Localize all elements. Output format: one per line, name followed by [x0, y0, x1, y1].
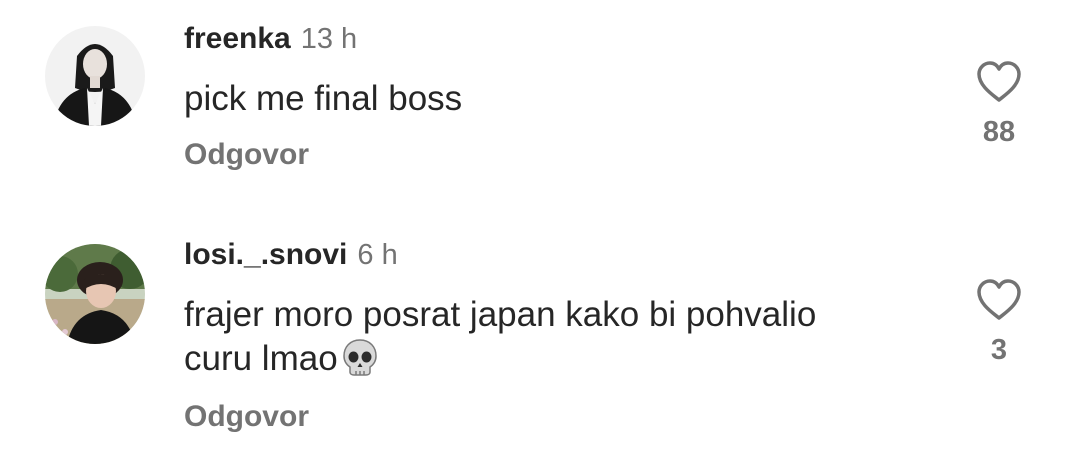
username[interactable]: losi._.snovi — [184, 238, 347, 271]
reply-button[interactable]: Odgovor — [184, 400, 309, 434]
comment-meta: losi._.snovi 6 h — [184, 238, 398, 272]
timestamp: 6 h — [357, 239, 398, 271]
comment-text-fragment: curu lmao — [184, 339, 338, 378]
comment-text-line: frajer moro posrat japan kako bi pohvali… — [184, 295, 817, 334]
avatar[interactable] — [45, 244, 145, 344]
heart-outline-icon[interactable] — [974, 278, 1024, 322]
comment-text-line: curu lmao — [184, 337, 944, 387]
comment-item: losi._.snovi 6 h frajer moro posrat japan… — [0, 0, 1080, 468]
like-count: 3 — [990, 334, 1008, 366]
like-button[interactable]: 3 — [974, 278, 1024, 367]
comment-text: frajer moro posrat japan kako bi pohvali… — [184, 293, 944, 387]
skull-emoji — [342, 338, 378, 387]
